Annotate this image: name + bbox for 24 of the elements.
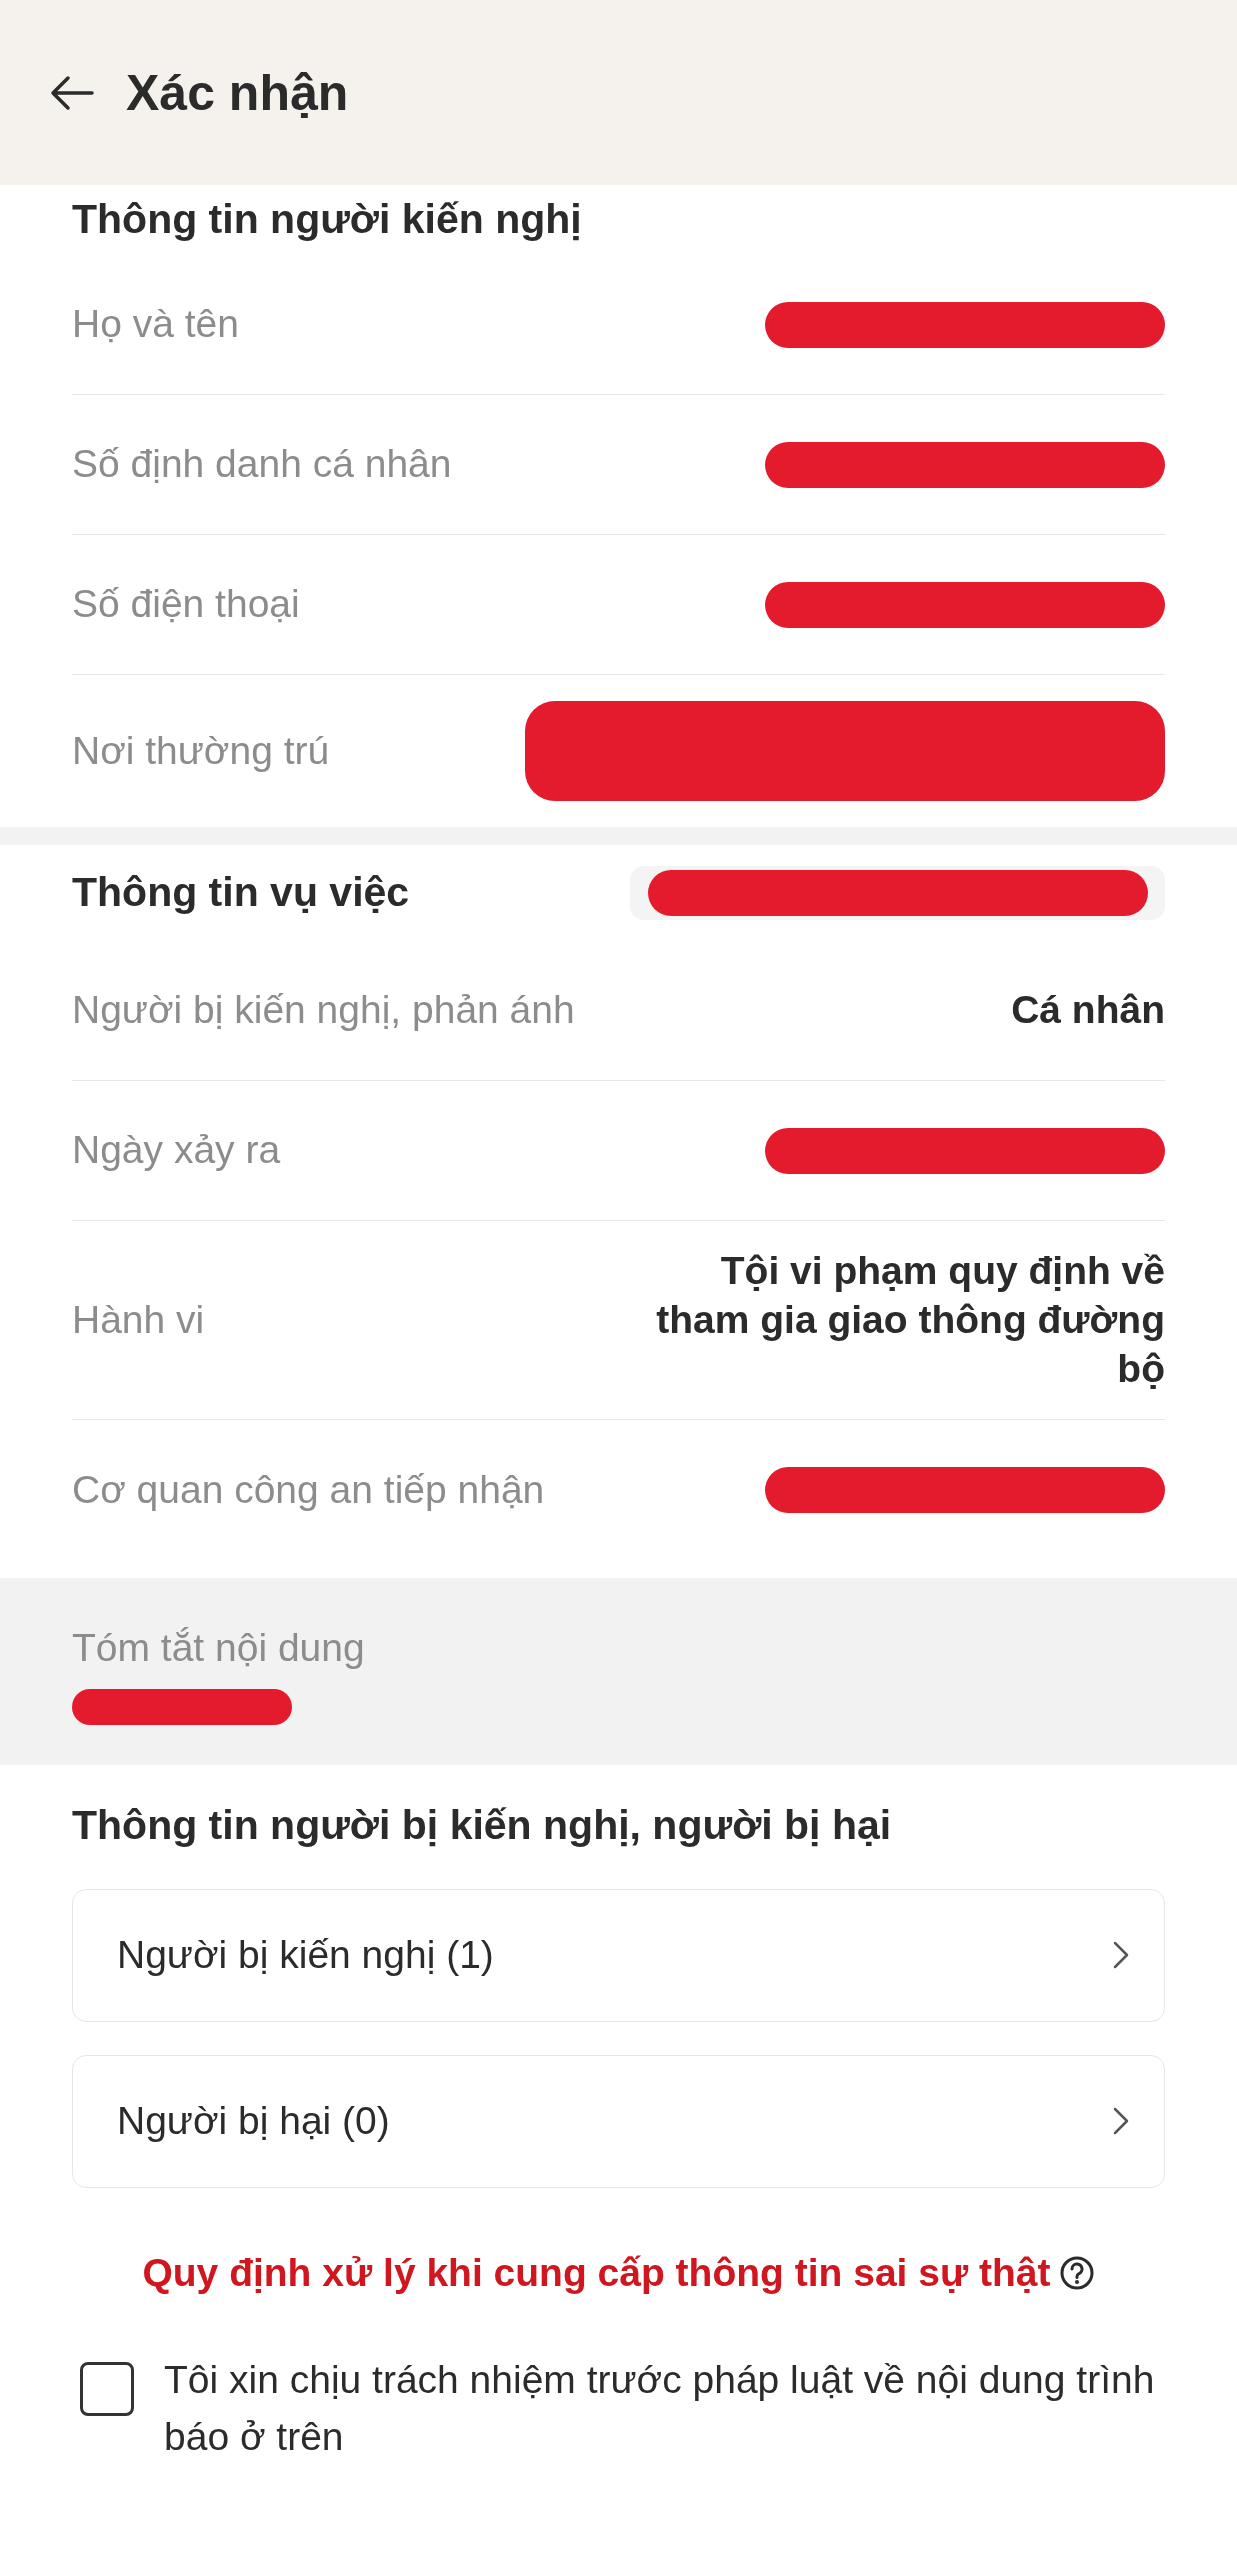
field-label: Ngày xảy ra [72,1127,281,1174]
field-value: Cá nhân [1011,987,1165,1034]
field-label: Cơ quan công an tiếp nhận [72,1466,545,1513]
section-title: Thông tin vụ việc [72,868,410,918]
help-icon[interactable] [1058,2254,1095,2291]
agreement-text: Tôi xin chịu trách nhiệm trước pháp luật về nội dung trình báo ở trên [164,2357,1156,2460]
field-value: Tội vi phạm quy định về tham gia giao thông đường bộ [655,1248,1165,1392]
back-arrow-icon[interactable] [50,74,94,111]
summary-label: Tóm tắt nội dung [72,1625,366,1672]
field-label: Người bị kiến nghị, phản ánh [72,987,575,1034]
section-title: Thông tin người bị kiến nghị, người bị hại [72,1801,893,1850]
list-card[interactable]: Người bị hại (0) [72,2054,1165,2188]
field-label: Số điện thoại [72,581,300,628]
chevron-right-icon [1112,1940,1130,1970]
rules-link[interactable]: Quy định xử lý khi cung cấp thông tin sai sự thật [142,2243,1051,2302]
field-label: Số định danh cá nhân [72,441,452,488]
chevron-right-icon [1112,2106,1130,2136]
page-title: Xác nhận [126,63,349,123]
field-label: Nơi thường trú [72,727,330,774]
checkbox[interactable] [80,2362,134,2416]
field-label: Hành vi [72,1296,205,1343]
section-title: Thông tin người kiến nghị [72,195,582,245]
field-label: Họ và tên [72,301,239,348]
list-card[interactable]: Người bị kiến nghị (1) [72,1888,1165,2022]
